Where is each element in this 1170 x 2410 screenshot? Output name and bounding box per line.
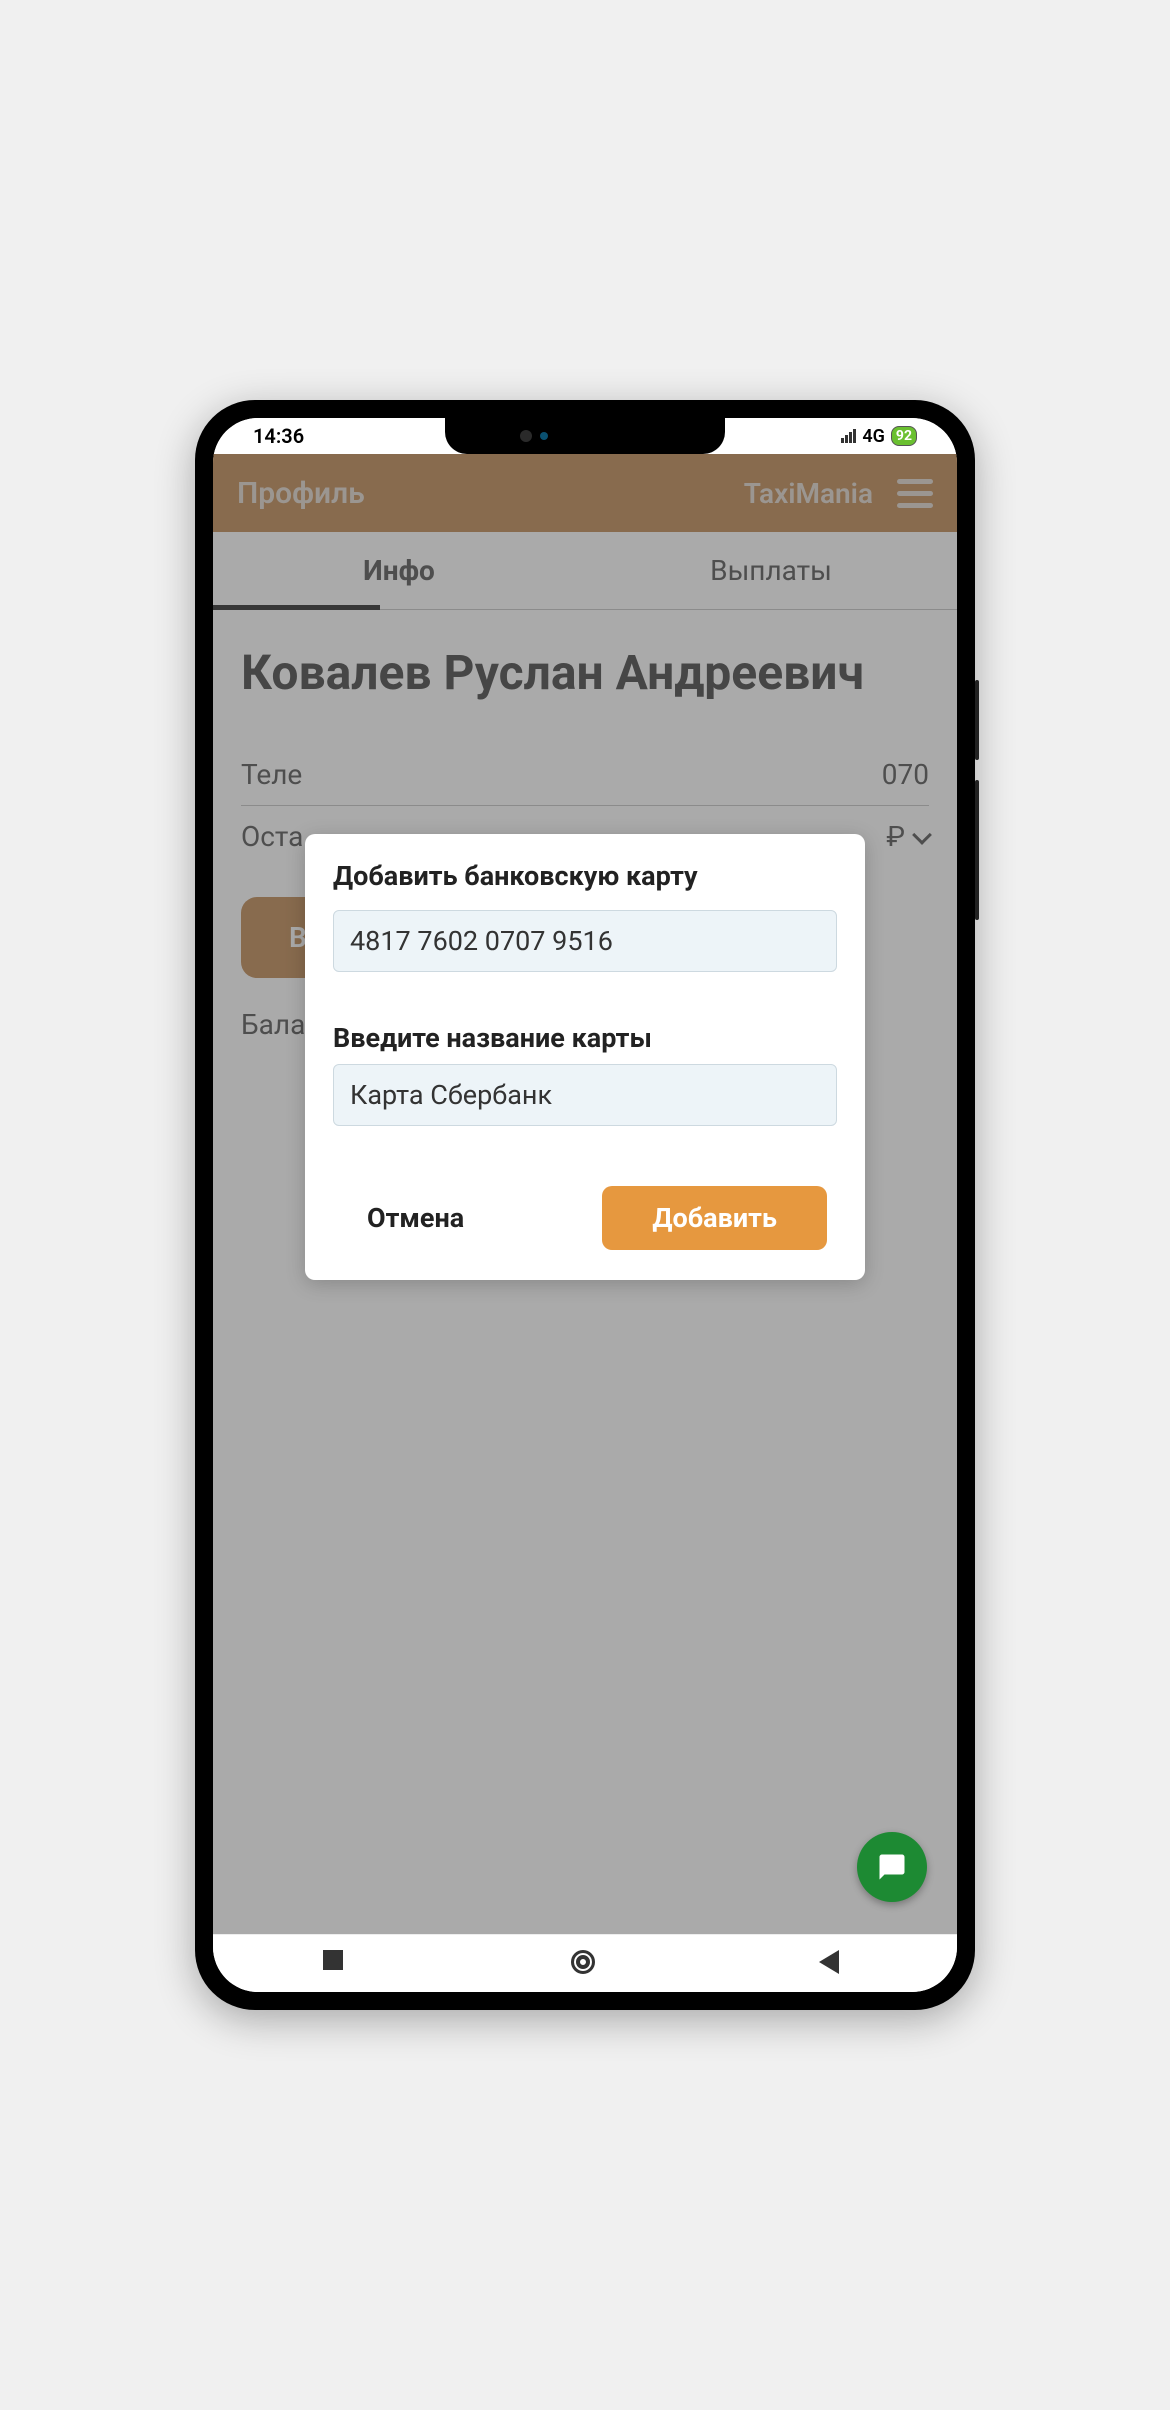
card-name-label: Введите название карты [333,1022,837,1054]
back-button[interactable] [819,1950,847,1978]
chat-icon [877,1852,907,1882]
card-name-input[interactable] [333,1064,837,1126]
dialog-title: Добавить банковскую карту [333,860,837,892]
phone-notch [445,418,725,454]
status-time: 14:36 [253,424,304,448]
cancel-button[interactable]: Отмена [343,1186,488,1250]
card-number-input[interactable] [333,910,837,972]
signal-icon [841,429,856,443]
chat-fab[interactable] [857,1832,927,1902]
recent-apps-button[interactable] [323,1950,351,1978]
home-button[interactable] [571,1950,599,1978]
modal-overlay[interactable]: Добавить банковскую карту Введите назван… [213,454,957,1934]
battery-icon: 92 [891,426,917,446]
add-card-dialog: Добавить банковскую карту Введите назван… [305,834,865,1280]
android-nav-bar [213,1934,957,1992]
add-button[interactable]: Добавить [602,1186,827,1250]
network-label: 4G [862,426,885,447]
